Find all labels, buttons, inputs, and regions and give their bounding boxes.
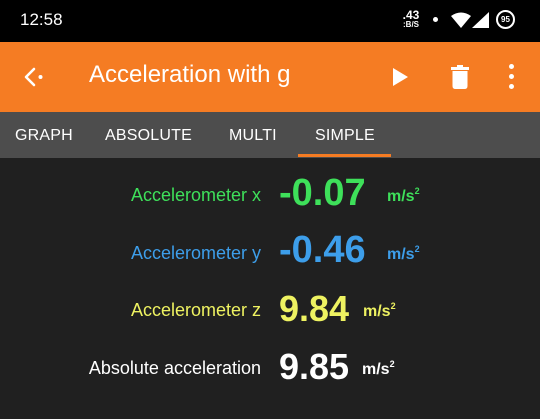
reading-value: -0.46 (279, 229, 366, 271)
wifi-icon (451, 12, 471, 28)
reading-unit: m/s2 (387, 186, 420, 205)
app-bar: Acceleration with g (0, 42, 540, 112)
page-title: Acceleration with g (89, 61, 291, 88)
reading-unit: m/s2 (387, 244, 420, 263)
reading-label: Accelerometer y (130, 243, 261, 263)
reading-label: Accelerometer z (130, 300, 261, 320)
reading-unit: m/s2 (363, 301, 396, 320)
reading-value: 9.84 (279, 288, 350, 329)
play-icon[interactable] (390, 67, 410, 87)
reading-label: Accelerometer x (130, 185, 261, 205)
network-speed: .43 :B/S (398, 9, 424, 29)
reading-value: -0.07 (279, 172, 366, 214)
back-icon[interactable] (21, 64, 47, 90)
notification-dot-icon (433, 17, 438, 22)
tab-simple[interactable]: SIMPLE (315, 127, 375, 145)
status-bar: 12:58 .43 :B/S 95 (0, 0, 540, 42)
tab-absolute[interactable]: ABSOLUTE (105, 127, 192, 145)
battery-level: 95 (498, 12, 513, 27)
status-time: 12:58 (20, 10, 63, 29)
tab-multi[interactable]: MULTI (229, 127, 277, 145)
tab-selected-indicator (298, 154, 391, 157)
cell-signal-icon (472, 12, 489, 28)
tab-graph[interactable]: GRAPH (15, 127, 73, 145)
battery-icon: 95 (496, 10, 515, 29)
more-options-icon[interactable] (505, 64, 519, 90)
tab-bar: GRAPH ABSOLUTE MULTI SIMPLE (0, 112, 540, 158)
reading-label: Absolute acceleration (88, 358, 261, 378)
delete-icon[interactable] (451, 65, 469, 89)
reading-unit: m/s2 (362, 359, 395, 378)
reading-value: 9.85 (279, 346, 350, 387)
network-speed-unit: :B/S (403, 20, 419, 29)
